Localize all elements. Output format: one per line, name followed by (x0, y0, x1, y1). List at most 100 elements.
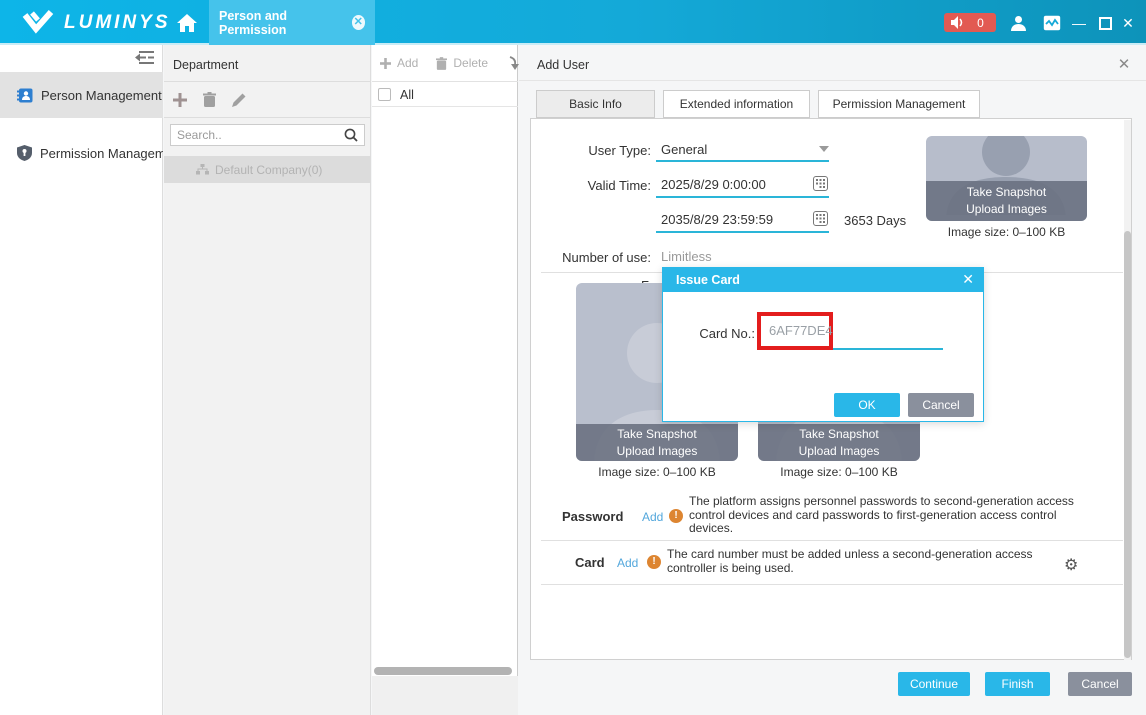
organization-icon (196, 164, 209, 175)
alarm-sound-badge[interactable]: 0 (944, 13, 996, 32)
tab-extended-information[interactable]: Extended information (663, 90, 810, 118)
divider (541, 584, 1123, 585)
password-add-link[interactable]: Add (642, 510, 663, 524)
maximize-icon[interactable] (1096, 14, 1114, 32)
cancel-button-label: Cancel (922, 398, 959, 412)
modal-close-icon[interactable]: ✕ (962, 271, 974, 288)
user-account-icon[interactable] (1010, 15, 1028, 31)
tab-close-icon[interactable]: ✕ (352, 15, 365, 30)
delete-person-icon[interactable] (436, 57, 447, 70)
number-of-use-label: Number of use: (543, 250, 651, 265)
add-person-icon[interactable] (380, 58, 391, 69)
warning-icon: ! (669, 509, 683, 523)
continue-button-label: Continue (910, 677, 958, 691)
calendar-icon[interactable] (813, 176, 828, 191)
tab-label: Basic Info (569, 97, 622, 111)
sidebar-item-label: Person Management (41, 88, 162, 103)
brand: LUMINYS (22, 8, 171, 38)
department-tree-item-default-company[interactable]: Default Company(0) (164, 156, 371, 183)
tab-permission-management[interactable]: Permission Management (818, 90, 980, 118)
person-list-panel: Add Delete All (372, 45, 518, 715)
add-department-icon[interactable] (173, 93, 187, 107)
take-snapshot-button[interactable]: Take Snapshot (576, 426, 738, 443)
card-label: Card (575, 555, 605, 570)
valid-time-label: Valid Time: (559, 178, 651, 193)
logo-text: LUMINYS (64, 12, 171, 34)
user-type-label: User Type: (559, 143, 651, 158)
person-management-icon (17, 88, 33, 103)
valid-to-input[interactable]: 2035/8/29 23:59:59 (661, 212, 773, 227)
password-description: The platform assigns personnel passwords… (689, 495, 1075, 536)
titlebar-tab-person-and-permission[interactable]: Person and Permission ✕ (209, 0, 375, 45)
person-photo-placeholder[interactable]: Take Snapshot Upload Images (926, 136, 1087, 221)
collapse-sidebar-icon[interactable] (134, 50, 156, 66)
person-list-toolbar: Add Delete (372, 45, 518, 82)
home-icon[interactable] (176, 12, 198, 34)
speaker-icon (951, 16, 965, 29)
delete-person-label[interactable]: Delete (453, 56, 488, 70)
select-all-checkbox[interactable] (378, 88, 391, 101)
take-snapshot-button[interactable]: Take Snapshot (758, 426, 920, 443)
field-underline (656, 231, 829, 233)
upload-images-button[interactable]: Upload Images (576, 443, 738, 460)
gear-icon[interactable]: ⚙ (1064, 555, 1078, 575)
issue-card-modal-header[interactable]: Issue Card ✕ (662, 267, 984, 292)
sidebar-item-person-management[interactable]: Person Management (0, 72, 163, 118)
search-icon[interactable] (344, 128, 358, 142)
valid-days-text: 3653 Days (844, 213, 906, 228)
card-no-input[interactable]: 6AF77DE4 (769, 323, 833, 338)
upload-images-button[interactable]: Upload Images (926, 201, 1087, 218)
monitor-status-icon[interactable] (1043, 15, 1061, 31)
card-add-link[interactable]: Add (617, 556, 638, 570)
tab-label: Extended information (680, 97, 793, 111)
upload-images-button[interactable]: Upload Images (758, 443, 920, 460)
department-panel-title: Department (173, 58, 238, 72)
annotation-highlight-box: 6AF77DE4 (757, 312, 833, 350)
card-no-label: Card No.: (699, 326, 755, 341)
tab-label: Permission Management (833, 97, 966, 111)
vertical-scrollbar-thumb[interactable] (1124, 231, 1131, 658)
delete-department-icon[interactable] (203, 92, 216, 107)
vertical-scrollbar[interactable] (1124, 120, 1131, 660)
dialog-title: Add User (537, 58, 589, 72)
take-snapshot-button[interactable]: Take Snapshot (926, 184, 1087, 201)
divider (541, 540, 1123, 541)
valid-from-input[interactable]: 2025/8/29 0:00:00 (661, 177, 766, 192)
tree-item-label: Default Company(0) (215, 163, 322, 177)
cancel-button[interactable]: Cancel (1068, 672, 1132, 696)
cancel-button-label: Cancel (1081, 677, 1118, 691)
issue-card-cancel-button[interactable]: Cancel (908, 393, 974, 417)
issue-card-modal: Issue Card ✕ Card No.: 6AF77DE4 OK Cance… (662, 267, 984, 422)
chevron-down-icon[interactable] (819, 146, 829, 152)
department-search-input[interactable]: Search.. (170, 124, 365, 146)
titlebar-tab-label: Person and Permission (219, 9, 344, 37)
minimize-icon[interactable]: — (1070, 14, 1088, 32)
warning-icon: ! (647, 555, 661, 569)
dialog-close-icon[interactable]: ✕ (1115, 56, 1133, 74)
add-person-label[interactable]: Add (397, 56, 418, 70)
card-description: The card number must be added unless a s… (667, 548, 1053, 575)
issue-card-ok-button[interactable]: OK (834, 393, 900, 417)
list-panel-footer (372, 676, 518, 715)
search-placeholder: Search.. (177, 128, 344, 142)
close-icon[interactable]: ✕ (1119, 14, 1137, 32)
continue-button[interactable]: Continue (898, 672, 970, 696)
user-type-value[interactable]: General (661, 142, 707, 157)
calendar-icon[interactable] (813, 211, 828, 226)
sidebar-item-permission-management[interactable]: Permission Management (0, 130, 163, 176)
edit-department-icon[interactable] (232, 93, 246, 107)
image-size-hint: Image size: 0–100 KB (926, 225, 1087, 239)
field-underline (656, 196, 829, 198)
finish-button[interactable]: Finish (985, 672, 1050, 696)
select-all-label: All (400, 88, 414, 102)
alarm-count: 0 (965, 16, 996, 30)
tab-basic-info[interactable]: Basic Info (536, 90, 655, 118)
horizontal-scrollbar[interactable] (374, 667, 512, 675)
department-toolbar (173, 92, 246, 107)
divider (519, 80, 1146, 81)
ok-button-label: OK (858, 398, 875, 412)
select-all-row[interactable]: All (372, 83, 518, 107)
number-of-use-value[interactable]: Limitless (661, 249, 712, 264)
sidebar: Person Management Permission Management (0, 45, 163, 715)
finish-button-label: Finish (1001, 677, 1033, 691)
